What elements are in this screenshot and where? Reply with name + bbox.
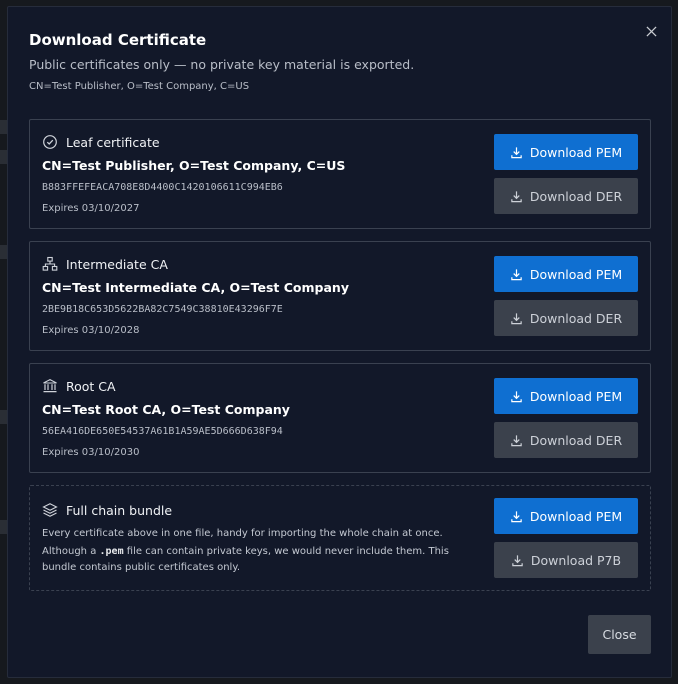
layers-icon <box>42 502 58 518</box>
hierarchy-icon <box>42 256 58 272</box>
close-button[interactable]: Close <box>588 615 651 654</box>
download-der-button[interactable]: Download DER <box>494 178 638 214</box>
button-label: Download DER <box>529 310 623 326</box>
download-icon <box>511 510 522 522</box>
download-icon <box>511 390 522 402</box>
dialog-subtitle: Public certificates only — no private ke… <box>29 57 415 72</box>
download-der-button[interactable]: Download DER <box>494 300 638 336</box>
card-title: Leaf certificate <box>66 134 160 150</box>
download-pem-button[interactable]: Download PEM <box>494 378 638 414</box>
card-header: Full chain bundle <box>42 502 172 518</box>
card-fingerprint: B883FFEFEACA708E8D4400C1420106611C994EB6 <box>42 182 283 193</box>
button-label: Download PEM <box>529 388 623 404</box>
card-header: Leaf certificate <box>42 134 160 150</box>
card-title: Root CA <box>66 378 116 394</box>
download-p7b-button[interactable]: Download P7B <box>494 542 638 578</box>
button-label: Download DER <box>529 432 623 448</box>
card-header: Root CA <box>42 378 116 394</box>
download-pem-button[interactable]: Download PEM <box>494 134 638 170</box>
leaf-certificate-card: Leaf certificate CN=Test Publisher, O=Te… <box>29 119 651 229</box>
card-subject: CN=Test Intermediate CA, O=Test Company <box>42 280 349 295</box>
card-title: Intermediate CA <box>66 256 168 272</box>
download-icon <box>511 434 522 446</box>
card-fingerprint: 56EA416DE650E54537A61B1A59AE5D666D638F94 <box>42 426 283 437</box>
card-expiry: Expires 03/10/2030 <box>42 447 140 458</box>
intermediate-ca-card: Intermediate CA CN=Test Intermediate CA,… <box>29 241 651 351</box>
download-certificate-dialog: Download Certificate Public certificates… <box>7 6 672 678</box>
close-icon[interactable] <box>641 22 661 42</box>
download-pem-button[interactable]: Download PEM <box>494 256 638 292</box>
download-icon <box>511 146 522 158</box>
button-label: Download DER <box>529 188 623 204</box>
download-bundle-pem-button[interactable]: Download PEM <box>494 498 638 534</box>
card-header: Intermediate CA <box>42 256 168 272</box>
button-label: Download PEM <box>529 144 623 160</box>
download-icon <box>511 312 522 324</box>
card-expiry: Expires 03/10/2027 <box>42 203 140 214</box>
root-ca-card: Root CA CN=Test Root CA, O=Test Company … <box>29 363 651 473</box>
badge-check-icon <box>42 134 58 150</box>
download-der-button[interactable]: Download DER <box>494 422 638 458</box>
full-chain-bundle-card: Full chain bundle Every certificate abov… <box>29 485 651 591</box>
certificate-subject: CN=Test Publisher, O=Test Company, C=US <box>29 81 250 92</box>
bundle-note-text: Although a <box>42 546 100 557</box>
download-icon <box>511 268 522 280</box>
institution-icon <box>42 378 58 394</box>
bundle-description: Every certificate above in one file, han… <box>42 528 443 539</box>
pem-extension-code: .pem <box>99 546 124 557</box>
button-label: Download P7B <box>530 552 622 568</box>
card-title: Full chain bundle <box>66 502 173 518</box>
card-subject: CN=Test Root CA, O=Test Company <box>42 402 290 417</box>
button-label: Download PEM <box>529 266 623 282</box>
card-subject: CN=Test Publisher, O=Test Company, C=US <box>42 158 346 173</box>
download-icon <box>512 554 523 566</box>
card-fingerprint: 2BE9B18C653D5622BA82C7549C38810E43296F7E <box>42 304 283 315</box>
card-expiry: Expires 03/10/2028 <box>42 325 140 336</box>
button-label: Download PEM <box>529 508 623 524</box>
dialog-title: Download Certificate <box>29 31 207 49</box>
bundle-note: Although a .pem file can contain private… <box>42 544 482 576</box>
download-icon <box>511 190 522 202</box>
